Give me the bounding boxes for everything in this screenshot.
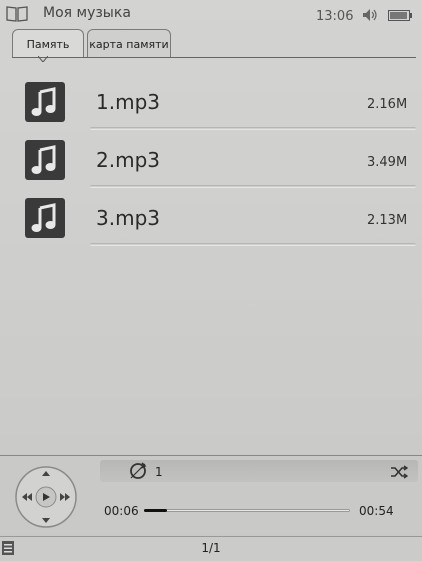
bottom-bar: 1/1 xyxy=(0,536,422,561)
file-size: 3.49M xyxy=(367,155,408,170)
file-size: 2.16M xyxy=(367,97,408,112)
app-title: Моя музыка xyxy=(43,5,131,21)
music-note-icon xyxy=(25,82,65,122)
progress-fill xyxy=(144,509,167,512)
e-reader-screen: Моя музыка 13:06 Память карта памяти 1.m… xyxy=(0,0,422,561)
repeat-icon[interactable] xyxy=(128,461,148,481)
tab-bar: Память карта памяти xyxy=(12,29,416,59)
list-item[interactable]: 3.mp3 2.13M xyxy=(18,188,416,246)
current-time: 00:06 xyxy=(104,504,139,518)
status-bar: Моя музыка 13:06 xyxy=(0,0,422,28)
track-number: 1 xyxy=(155,465,163,479)
music-note-icon xyxy=(25,198,65,238)
list-item[interactable]: 1.mp3 2.16M xyxy=(18,72,416,130)
battery-icon xyxy=(388,10,412,21)
shuffle-icon[interactable] xyxy=(390,465,408,479)
progress-bar[interactable] xyxy=(144,509,350,512)
music-player: 1 00:06 00:54 xyxy=(0,456,422,534)
file-name: 1.mp3 xyxy=(96,90,160,114)
row-divider xyxy=(90,243,416,246)
list-item[interactable]: 2.mp3 3.49M xyxy=(18,130,416,188)
dpad-icon[interactable] xyxy=(14,465,78,529)
tab-memory[interactable]: Память xyxy=(12,29,84,58)
page-indicator: 1/1 xyxy=(201,541,221,555)
file-size: 2.13M xyxy=(367,213,408,228)
music-note-icon xyxy=(25,140,65,180)
tab-memory-card[interactable]: карта памяти xyxy=(87,29,171,58)
total-time: 00:54 xyxy=(359,504,394,518)
tab-divider xyxy=(12,57,416,58)
book-icon xyxy=(6,6,28,22)
file-name: 2.mp3 xyxy=(96,148,160,172)
speaker-icon[interactable] xyxy=(362,8,378,22)
tab-indicator-notch xyxy=(38,56,48,62)
file-name: 3.mp3 xyxy=(96,206,160,230)
clock: 13:06 xyxy=(316,9,354,24)
